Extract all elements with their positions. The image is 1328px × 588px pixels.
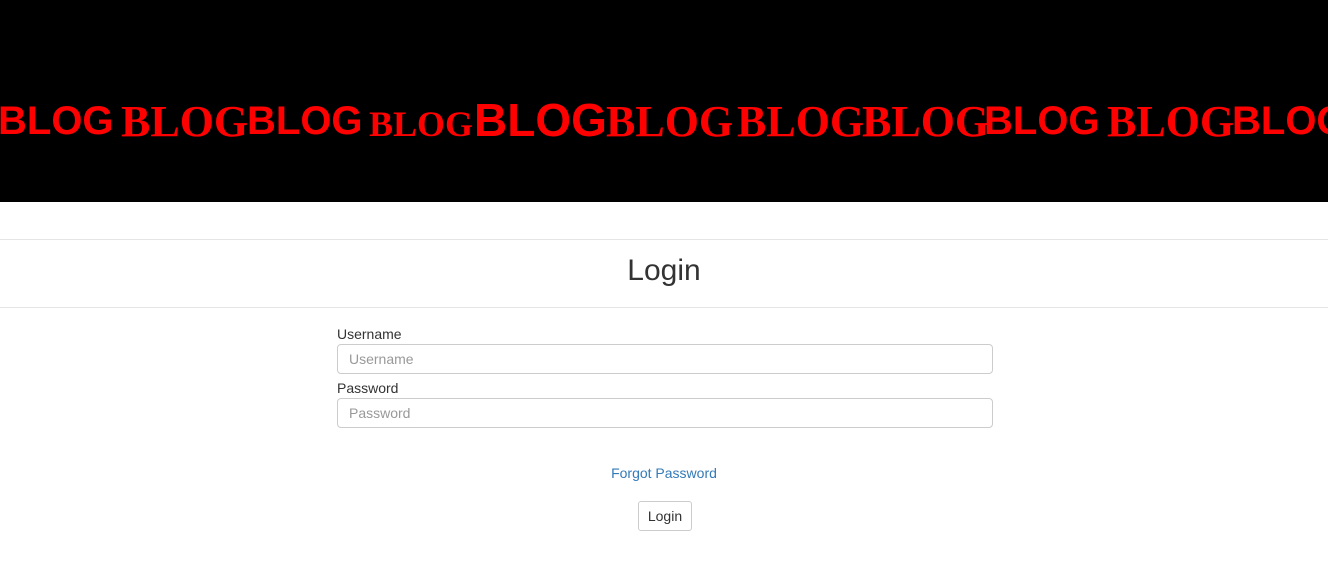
banner-word: BLOG bbox=[369, 104, 474, 144]
forgot-password-row: Forgot Password bbox=[0, 465, 1328, 481]
banner-word: BLOG bbox=[121, 97, 249, 146]
banner-word: BLOG bbox=[984, 99, 1100, 143]
banner-word: BLOG bbox=[474, 94, 607, 146]
username-label: Username bbox=[337, 326, 402, 342]
username-input[interactable] bbox=[337, 344, 993, 374]
header-banner: BLOG BLOG BLOG BLOG BLOG BLOG BLOG BLOG … bbox=[0, 0, 1328, 202]
password-input[interactable] bbox=[337, 398, 993, 428]
banner-word: BLOG bbox=[1107, 97, 1235, 146]
divider-top bbox=[0, 239, 1328, 240]
banner-word: BLOG bbox=[606, 97, 734, 146]
banner-word: BLOG bbox=[737, 97, 865, 146]
divider-bottom bbox=[0, 307, 1328, 308]
banner-word: BLOG bbox=[0, 99, 114, 143]
forgot-password-link[interactable]: Forgot Password bbox=[611, 465, 717, 481]
login-button[interactable]: Login bbox=[638, 501, 692, 531]
banner-word: BLOG bbox=[862, 97, 990, 146]
banner-word: BLOG bbox=[247, 99, 363, 143]
page-title: Login bbox=[627, 254, 701, 287]
banner-word: BLOG bbox=[1232, 99, 1328, 143]
password-label: Password bbox=[337, 380, 399, 396]
